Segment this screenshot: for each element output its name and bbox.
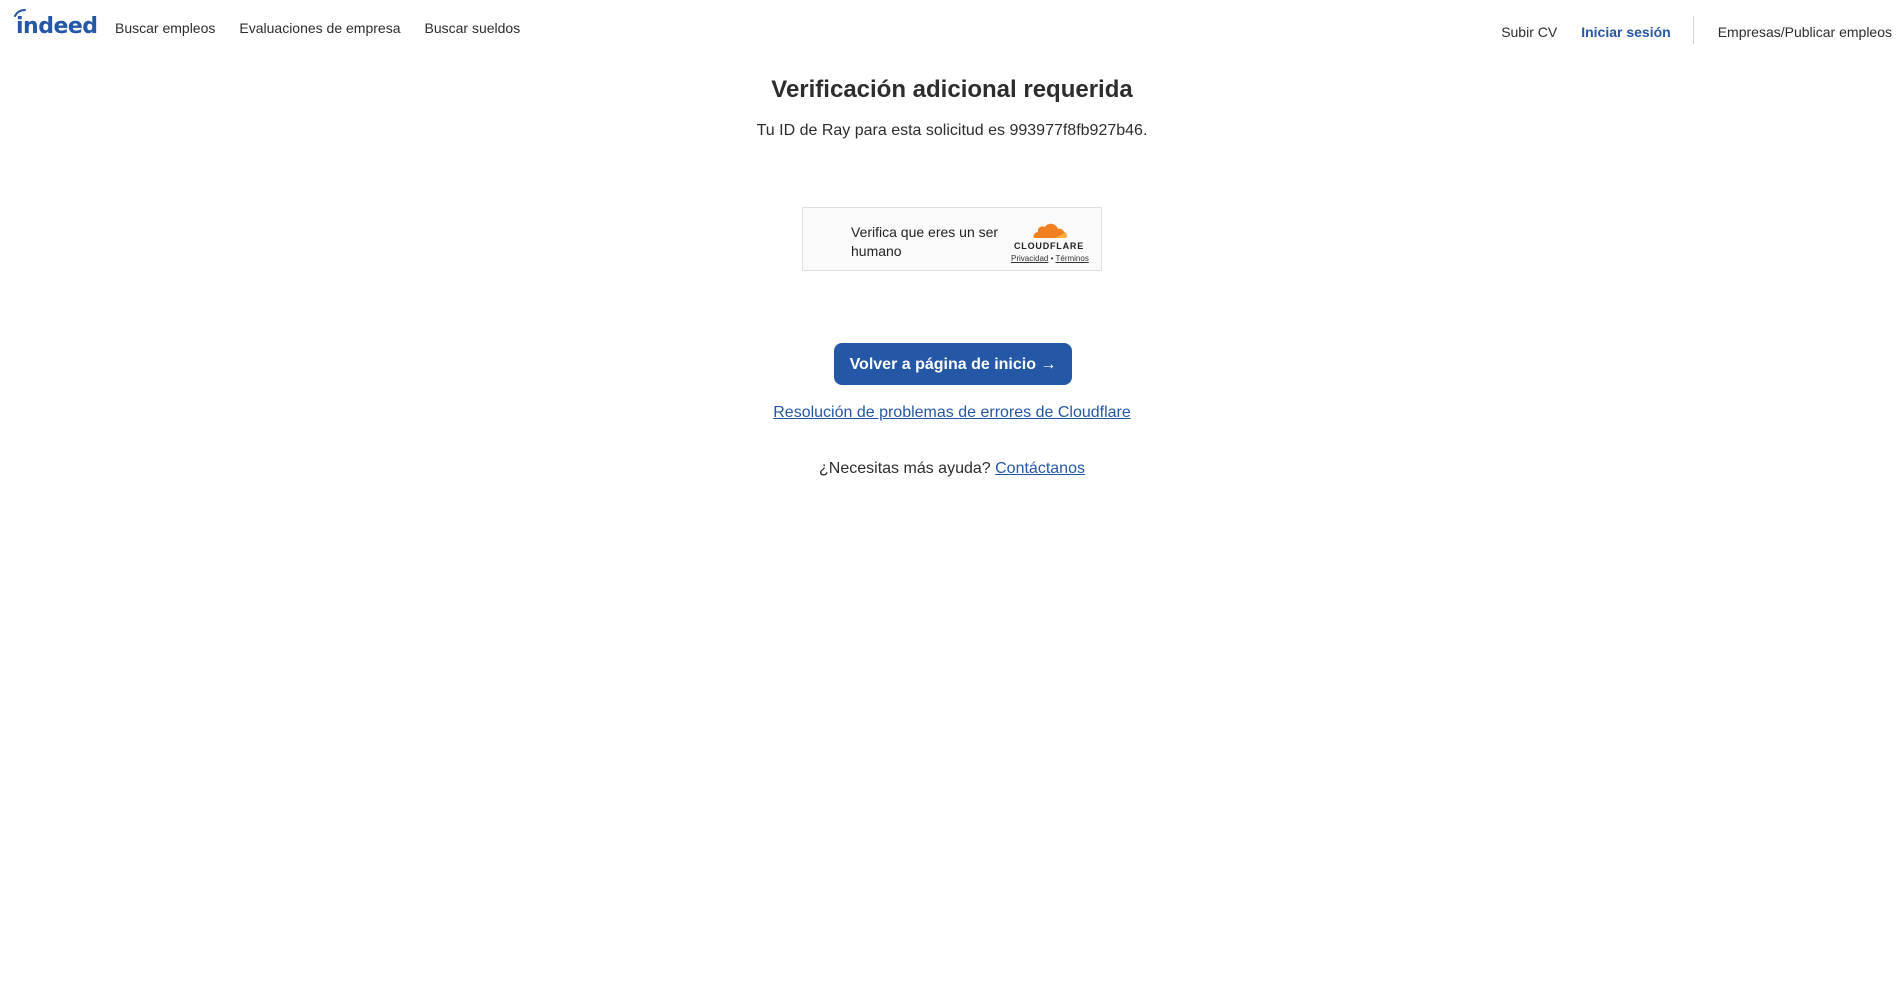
cloudflare-cloud-icon — [1033, 223, 1068, 238]
nav-find-jobs[interactable]: Buscar empleos — [115, 20, 215, 36]
employers-link[interactable]: Empresas/Publicar empleos — [1718, 24, 1892, 40]
contact-link[interactable]: Contáctanos — [995, 460, 1085, 477]
help-text: ¿Necesitas más ayuda? Contáctanos — [0, 460, 1904, 478]
indeed-logo[interactable]: indeed — [16, 14, 98, 39]
sign-in-link[interactable]: Iniciar sesión — [1581, 24, 1670, 40]
link-separator: • — [1050, 254, 1054, 263]
cloudflare-brand: CLOUDFLARE Privacidad • Términos — [1011, 220, 1089, 263]
logo-arc-icon — [14, 9, 26, 17]
privacy-link[interactable]: Privacidad — [1011, 254, 1048, 263]
nav-company-reviews[interactable]: Evaluaciones de empresa — [239, 20, 400, 36]
upload-cv-link[interactable]: Subir CV — [1501, 24, 1557, 40]
cloudflare-captcha-widget[interactable]: Verifica que eres un ser humano CLOUDFLA… — [802, 207, 1102, 271]
troubleshoot-container: Resolución de problemas de errores de Cl… — [0, 404, 1904, 422]
captcha-label: Verifica que eres un ser humano — [851, 224, 999, 259]
captcha-links: Privacidad • Términos — [1011, 254, 1089, 263]
cloudflare-wordmark: CLOUDFLARE — [1014, 241, 1084, 251]
return-home-button[interactable]: Volver a página de inicio → — [834, 343, 1072, 385]
cloudflare-troubleshoot-link[interactable]: Resolución de problemas de errores de Cl… — [773, 404, 1131, 421]
page-title: Verificación adicional requerida — [771, 76, 1133, 103]
nav-find-salaries[interactable]: Buscar sueldos — [425, 20, 521, 36]
site-header: indeed Buscar empleos Evaluaciones de em… — [0, 0, 1904, 58]
ray-id-text: Tu ID de Ray para esta solicitud es 9939… — [756, 122, 1148, 139]
primary-nav: Buscar empleos Evaluaciones de empresa B… — [115, 20, 520, 36]
logo-text: indeed — [16, 14, 98, 39]
secondary-nav: Subir CV Iniciar sesión Empresas/Publica… — [1501, 16, 1892, 44]
nav-divider — [1692, 16, 1694, 44]
terms-link[interactable]: Términos — [1055, 254, 1088, 263]
help-prefix: ¿Necesitas más ayuda? — [819, 460, 991, 477]
